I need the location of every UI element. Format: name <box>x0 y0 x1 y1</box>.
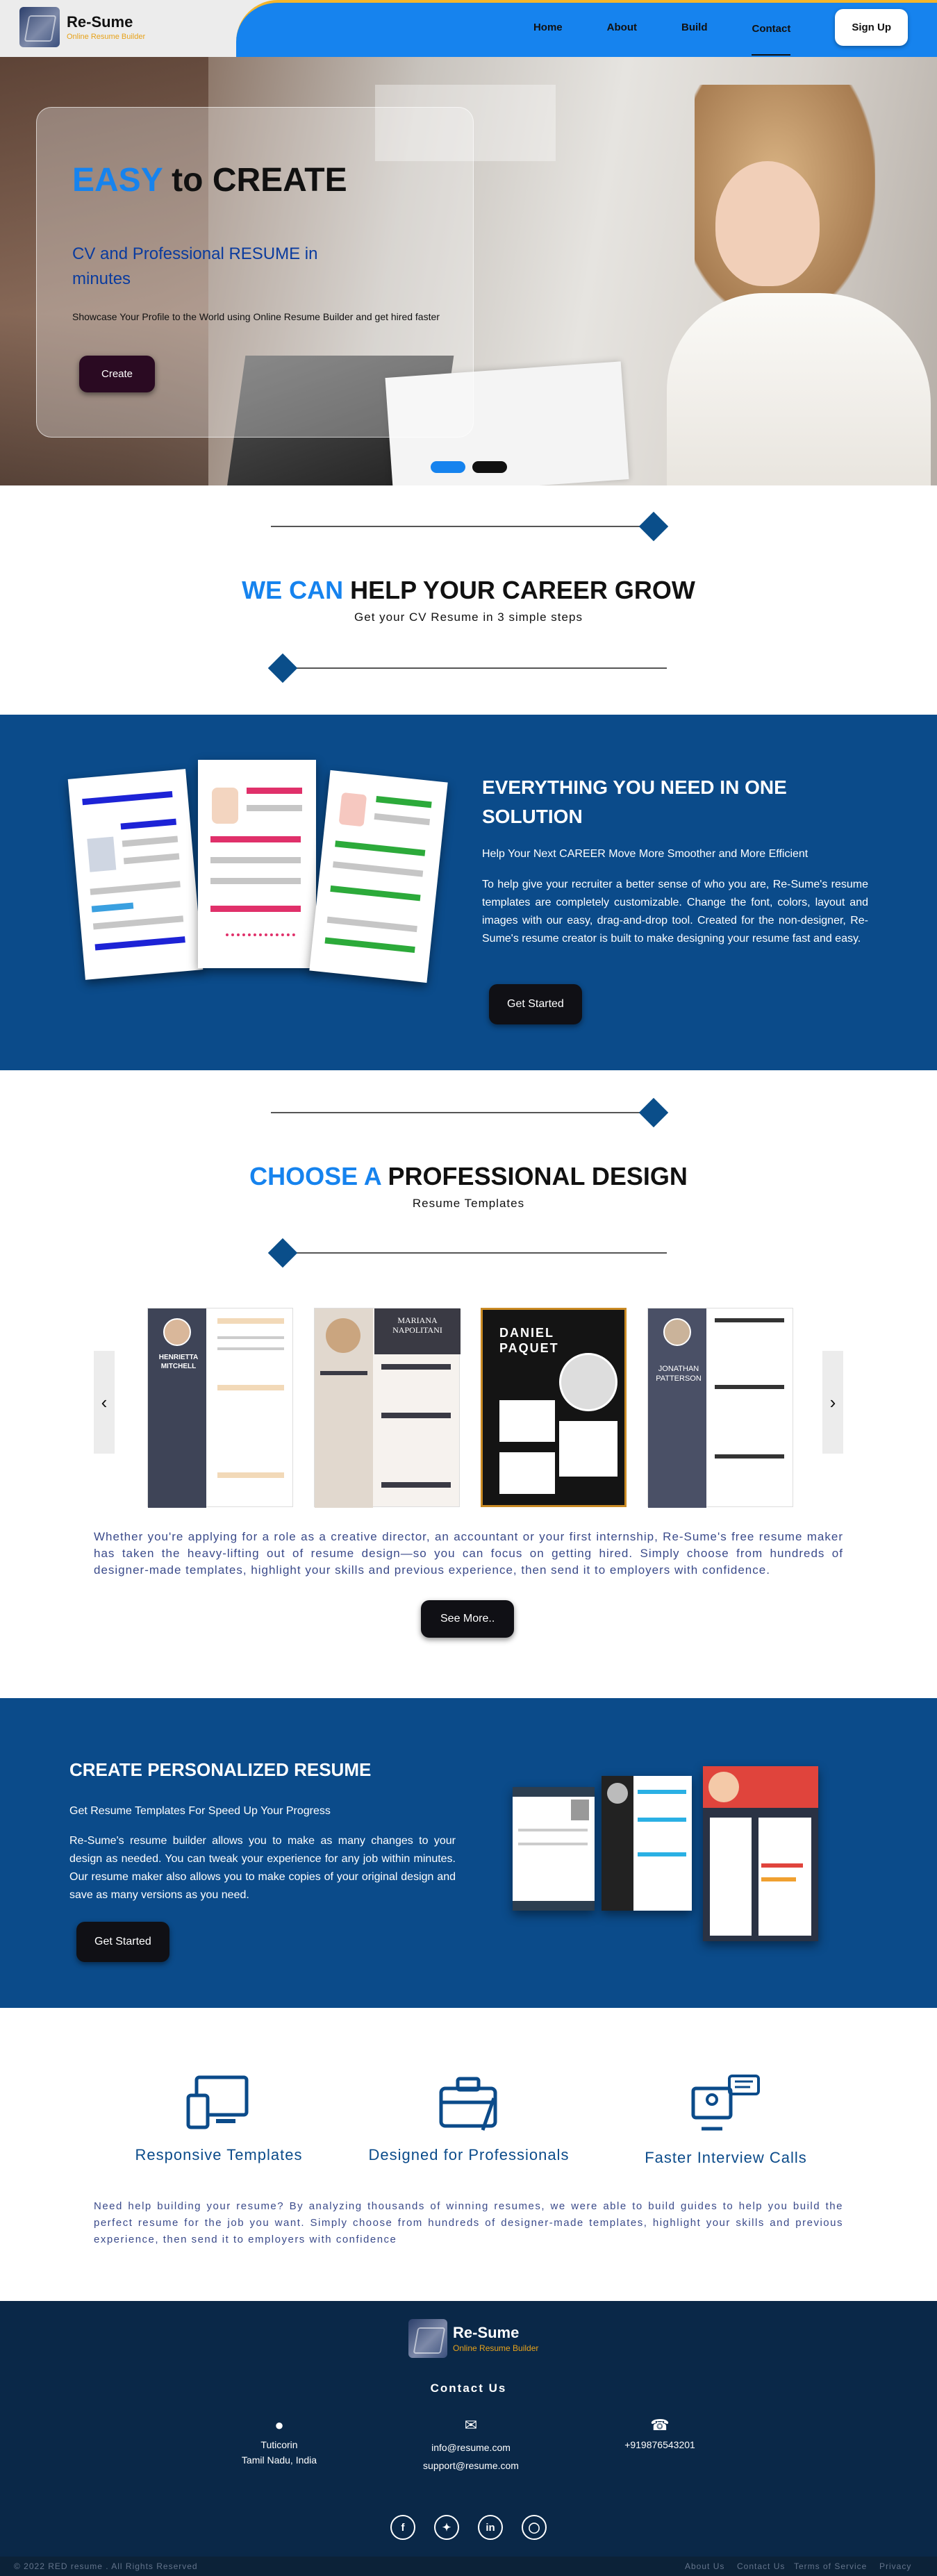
carousel-next-icon[interactable]: › <box>822 1351 843 1454</box>
top-nav: Re-Sume Online Resume Builder Home About… <box>0 0 937 57</box>
design-section: CHOOSE A PROFESSIONAL DESIGN Resume Temp… <box>0 1070 937 1299</box>
divider-line <box>271 1112 653 1113</box>
help-section: WE CAN HELP YOUR CAREER GROW Get your CV… <box>0 485 937 715</box>
divider-diamond <box>638 511 669 542</box>
logo-icon <box>19 7 60 47</box>
location-icon: ● <box>274 2416 284 2434</box>
contact-title: Contact Us <box>430 2382 507 2395</box>
phone-icon: ☎ <box>650 2416 670 2434</box>
personalized-section: CREATE PERSONALIZED RESUME Get Resume Te… <box>0 1698 937 2008</box>
footer-logo[interactable]: Re-Sume Online Resume Builder <box>408 2319 538 2358</box>
hero-description: Showcase Your Profile to the World using… <box>72 311 440 322</box>
template-card[interactable]: HENRIETTA MITCHELL <box>147 1308 293 1508</box>
nav-links: Home About Build Contact Sign Up <box>533 0 937 56</box>
help-title: WE CAN HELP YOUR CAREER GROW <box>242 576 695 604</box>
templates-block: Whether you're applying for a role as a … <box>0 1299 937 1698</box>
feature-responsive: Responsive Templates <box>104 2073 333 2164</box>
signup-button[interactable]: Sign Up <box>835 8 908 46</box>
slider-dot-active[interactable] <box>431 461 465 473</box>
footer-link-about[interactable]: About Us <box>685 2561 724 2571</box>
feature-label: Designed for Professionals <box>368 2146 570 2163</box>
personalized-lead: Get Resume Templates For Speed Up Your P… <box>69 1805 331 1817</box>
divider-line <box>285 667 667 669</box>
feature-label: Faster Interview Calls <box>645 2149 807 2166</box>
feature-professionals: Designed for Professionals <box>354 2073 583 2164</box>
interview-call-icon <box>691 2075 760 2131</box>
template-name: HENRIETTA MITCHELL <box>158 1354 199 1370</box>
solution-title: EVERYTHING YOU NEED IN ONE SOLUTION <box>482 776 787 827</box>
templates-paragraph: Whether you're applying for a role as a … <box>94 1530 843 1577</box>
brand-logo[interactable]: Re-Sume Online Resume Builder <box>19 7 145 47</box>
template-card[interactable]: DANIEL PAQUET <box>481 1308 627 1507</box>
copyright: © 2022 RED resume . All Rights Reserved <box>14 2561 198 2571</box>
nav-home[interactable]: Home <box>533 17 563 38</box>
feature-interview: Faster Interview Calls <box>611 2073 840 2167</box>
footer-tagline: Online Resume Builder <box>453 2343 539 2353</box>
footer-email: ✉ info@resume.com support@resume.com <box>381 2418 561 2473</box>
solution-section: EVERYTHING YOU NEED IN ONE SOLUTION Help… <box>0 715 937 1070</box>
hero-title: EASY to CREATE <box>72 162 347 199</box>
features-paragraph: Need help building your resume? By analy… <box>94 2200 843 2245</box>
footer-phone: ☎ +919876543201 <box>570 2418 750 2452</box>
personalized-title: CREATE PERSONALIZED RESUME <box>69 1759 372 1780</box>
envelope-icon: ✉ <box>464 2416 478 2434</box>
footer-link-terms[interactable]: Terms of Service <box>794 2561 867 2571</box>
footer-state: Tamil Nadu, India <box>241 2454 317 2466</box>
email-link[interactable]: support@resume.com <box>381 2458 561 2473</box>
footer-brand: Re-Sume <box>453 2324 520 2341</box>
get-started-button[interactable]: Get Started <box>76 1922 169 1962</box>
instagram-icon[interactable]: ◯ <box>522 2515 547 2540</box>
divider-diamond <box>267 653 298 683</box>
divider-diamond <box>638 1097 669 1128</box>
footer-link-privacy[interactable]: Privacy <box>879 2561 911 2571</box>
design-title: CHOOSE A PROFESSIONAL DESIGN <box>249 1162 688 1190</box>
divider-line <box>285 1252 667 1254</box>
get-started-button[interactable]: Get Started <box>489 984 582 1024</box>
design-subtitle: Resume Templates <box>412 1197 525 1210</box>
brand-name: Re-Sume <box>67 13 133 31</box>
footer-link-contact[interactable]: Contact Us <box>737 2561 785 2571</box>
solution-lead: Help Your Next CAREER Move More Smoother… <box>482 848 809 860</box>
footer-city: Tuticorin <box>260 2439 298 2450</box>
brand-tagline: Online Resume Builder <box>67 33 146 41</box>
nav-about[interactable]: About <box>607 17 637 38</box>
divider-diamond <box>267 1238 298 1268</box>
see-more-button[interactable]: See More.. <box>421 1600 515 1638</box>
twitter-icon[interactable]: ✦ <box>434 2515 459 2540</box>
template-name: JONATHAN PATTERSON <box>656 1365 702 1383</box>
create-button[interactable]: Create <box>79 356 156 392</box>
template-name: MARIANA NAPOLITANI <box>392 1315 442 1335</box>
nav-build[interactable]: Build <box>681 17 708 38</box>
nav-contact[interactable]: Contact <box>752 19 791 56</box>
briefcase-icon <box>439 2077 497 2131</box>
facebook-icon[interactable]: f <box>390 2515 415 2540</box>
solution-body: To help give your recruiter a better sen… <box>482 879 868 945</box>
email-link[interactable]: info@resume.com <box>381 2440 561 2455</box>
logo-icon <box>408 2319 447 2358</box>
help-subtitle: Get your CV Resume in 3 simple steps <box>354 610 583 624</box>
hero-subtitle: CV and Professional RESUME in minutes <box>72 244 318 288</box>
hero-woman-image <box>611 85 931 485</box>
footer: Re-Sume Online Resume Builder Contact Us… <box>0 2301 937 2576</box>
slider-dot[interactable] <box>472 461 507 473</box>
phone-number[interactable]: +919876543201 <box>570 2437 750 2452</box>
feature-label: Responsive Templates <box>135 2146 303 2163</box>
template-card[interactable]: JONATHAN PATTERSON <box>647 1308 793 1508</box>
devices-icon <box>186 2075 249 2129</box>
divider-line <box>271 526 653 527</box>
footer-address: ● Tuticorin Tamil Nadu, India <box>189 2418 370 2468</box>
footer-bottom-bar: © 2022 RED resume . All Rights Reserved … <box>0 2557 937 2576</box>
linkedin-icon[interactable]: in <box>478 2515 503 2540</box>
template-card[interactable]: MARIANA NAPOLITANI <box>314 1308 461 1508</box>
carousel-prev-icon[interactable]: ‹ <box>94 1351 115 1454</box>
template-name: DANIEL PAQUET <box>499 1326 559 1355</box>
personalized-body: Re-Sume's resume builder allows you to m… <box>69 1835 456 1901</box>
